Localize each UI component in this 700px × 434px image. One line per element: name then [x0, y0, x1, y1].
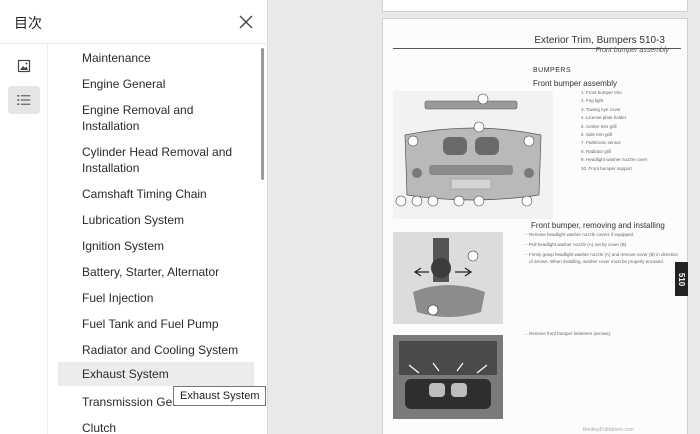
- bumper-diagram-figure: [393, 91, 553, 219]
- toc-list: Maintenance Engine General Engine Remova…: [48, 44, 268, 434]
- toc-item[interactable]: Ignition System: [58, 238, 254, 254]
- legend-line: 7. Parktronic sensor: [581, 140, 622, 146]
- toc-item[interactable]: Battery, Starter, Alternator: [58, 264, 254, 280]
- washer-nozzle-photo: [393, 232, 503, 324]
- close-panel-button[interactable]: [234, 10, 258, 34]
- toc-item-hovered[interactable]: Exhaust System: [58, 362, 254, 386]
- toc-panel: 目次 Maintenance Engine General Engine Rem…: [0, 0, 268, 434]
- legend-line: 6. Side trim grill: [581, 132, 613, 138]
- list-outline-icon: [17, 95, 31, 105]
- toc-panel-title: 目次: [14, 16, 42, 32]
- chapter-tab: 510: [675, 262, 688, 296]
- instruction-bullet: Pull headlight washer nozzle (A) out by …: [523, 241, 683, 248]
- section2-title: Front bumper, removing and installing: [531, 221, 665, 230]
- close-icon: [239, 15, 253, 29]
- toc-item[interactable]: Fuel Tank and Fuel Pump: [58, 316, 254, 332]
- instruction-bullet: Remove headlight washer nozzle covers if…: [523, 231, 683, 238]
- pdf-viewer: 目次 Maintenance Engine General Engine Rem…: [0, 0, 700, 434]
- legend-line: 9. Headlight washer nozzle cover: [581, 157, 648, 163]
- instruction-step: Remove front bumper fasteners (arrows).: [523, 331, 611, 337]
- toc-item[interactable]: Clutch: [58, 420, 254, 434]
- page-header-title: Exterior Trim, Bumpers 510-3: [534, 35, 665, 46]
- previous-page-edge: [382, 0, 688, 12]
- legend-line: 3. Towing eye cover: [581, 106, 621, 112]
- outline-view-button[interactable]: [8, 86, 40, 114]
- legend-line: 10. Front bumper support: [581, 165, 632, 171]
- instruction-bullet: Firmly grasp headlight washer nozzle (A)…: [523, 251, 683, 265]
- legend-line: 8. Radiator grill: [581, 148, 612, 154]
- publisher-watermark: BentleyPublishers.com: [583, 427, 634, 433]
- toc-item[interactable]: Fuel Injection: [58, 290, 254, 306]
- engine-bay-photo: [393, 335, 503, 419]
- toc-item[interactable]: Camshaft Timing Chain: [58, 186, 254, 202]
- toc-item[interactable]: Lubrication System: [58, 212, 254, 228]
- legend-line: 5. Center trim grill: [581, 123, 617, 129]
- instruction-bullets: Remove headlight washer nozzle covers if…: [523, 231, 683, 265]
- chapter-tab-label: 510: [677, 272, 687, 286]
- toc-item[interactable]: Cylinder Head Removal and Installation: [58, 144, 254, 176]
- legend-line: 1. Front bumper trim: [581, 90, 622, 95]
- toc-panel-header: 目次: [0, 0, 268, 44]
- legend-line: 2. Fog light: [581, 98, 604, 104]
- toc-item-tooltip: Exhaust System: [173, 386, 267, 406]
- toc-item[interactable]: Engine Removal and Installation: [58, 102, 254, 134]
- toc-item[interactable]: Radiator and Cooling System: [58, 342, 254, 358]
- section-subtitle: Front bumper assembly: [533, 79, 618, 88]
- parts-legend: 1. Front bumper trim 2. Fog light 3. Tow…: [581, 89, 681, 173]
- toc-side-rail: [0, 44, 48, 434]
- legend-line: 4. License plate holder: [581, 115, 627, 121]
- image-thumbnails-icon: [17, 59, 31, 73]
- page-subheader: Front bumper assembly: [595, 47, 669, 54]
- toc-scrollbar[interactable]: [261, 48, 264, 180]
- section-title: BUMPERS: [533, 67, 572, 74]
- toc-item[interactable]: Engine General: [58, 76, 254, 92]
- thumbnails-view-button[interactable]: [8, 52, 40, 80]
- toc-item[interactable]: Maintenance: [58, 50, 254, 66]
- document-page: Exterior Trim, Bumpers 510-3 Front bumpe…: [382, 18, 688, 434]
